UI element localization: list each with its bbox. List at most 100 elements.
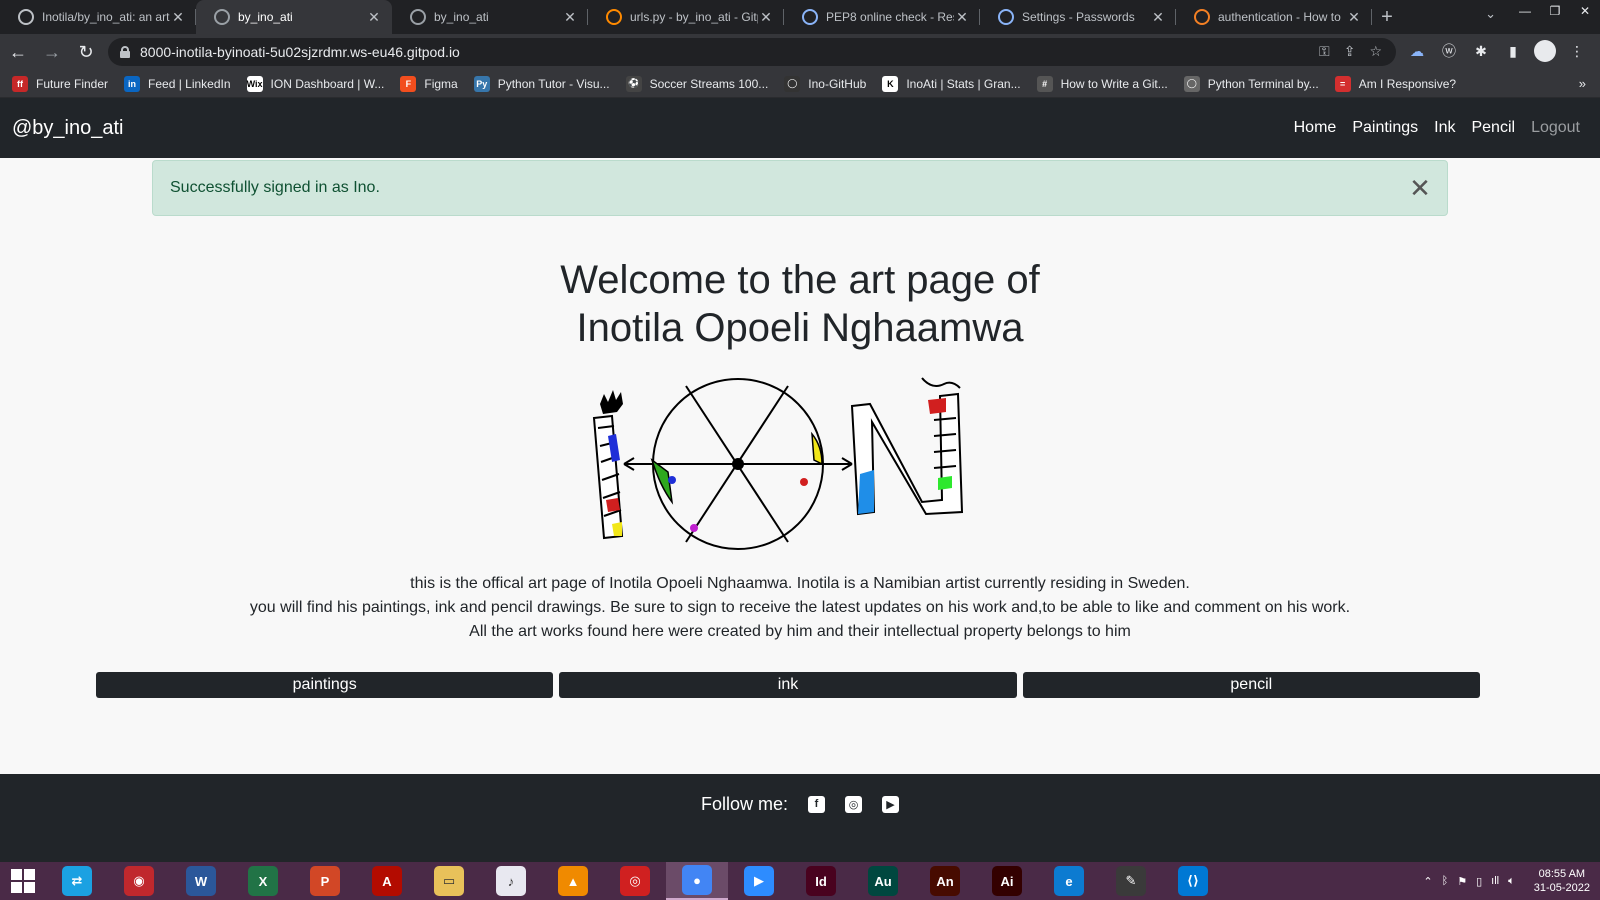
taskbar-app[interactable]: Ai bbox=[976, 862, 1038, 900]
bookmarks-overflow-icon[interactable]: » bbox=[1579, 76, 1586, 91]
bookmark-item[interactable]: ff Future Finder bbox=[12, 75, 108, 92]
bookmark-item[interactable]: K InoAti | Stats | Gran... bbox=[882, 75, 1021, 92]
browser-tab[interactable]: authentication - How to ✕ bbox=[1176, 0, 1372, 34]
tab-close-icon[interactable]: ✕ bbox=[758, 9, 774, 26]
windows-start-icon[interactable] bbox=[0, 862, 46, 900]
bookmark-item[interactable]: F Figma bbox=[400, 75, 458, 92]
taskbar-app[interactable]: e bbox=[1038, 862, 1100, 900]
cloud-extension-icon[interactable]: ☁ bbox=[1406, 40, 1428, 62]
wordpress-extension-icon[interactable]: ⓦ bbox=[1438, 40, 1460, 62]
tab-close-icon[interactable]: ✕ bbox=[562, 9, 578, 26]
bookmark-item[interactable]: = Am I Responsive? bbox=[1334, 75, 1457, 92]
volume-icon[interactable]: 🔈︎ bbox=[1508, 875, 1515, 888]
bookmark-item[interactable]: # How to Write a Git... bbox=[1036, 75, 1168, 92]
bookmark-label: InoAti | Stats | Gran... bbox=[906, 76, 1021, 91]
chrome-menu-icon[interactable]: ⋮ bbox=[1566, 40, 1588, 62]
taskbar-app[interactable]: A bbox=[356, 862, 418, 900]
tab-search-icon[interactable]: ⌄ bbox=[1485, 6, 1496, 22]
bookmark-item[interactable]: Py Python Tutor - Visu... bbox=[473, 75, 610, 92]
bookmark-item[interactable]: Wix ION Dashboard | W... bbox=[246, 75, 384, 92]
taskbar-app[interactable]: Au bbox=[852, 862, 914, 900]
bookmark-favicon-icon: Wix bbox=[246, 75, 263, 92]
tab-close-icon[interactable]: ✕ bbox=[366, 9, 382, 26]
nav-link-ink[interactable]: Ink bbox=[1434, 119, 1455, 137]
reload-icon[interactable]: ↻ bbox=[70, 36, 102, 68]
bookmark-item[interactable]: ⚽ Soccer Streams 100... bbox=[625, 75, 768, 92]
tray-expand-icon[interactable]: ⌃ bbox=[1423, 875, 1432, 888]
bookmark-item[interactable]: ◯ Python Terminal by... bbox=[1183, 75, 1319, 92]
tab-close-icon[interactable]: ✕ bbox=[1346, 9, 1362, 26]
taskbar-app[interactable]: ◎ bbox=[604, 862, 666, 900]
window-controls: — ❐ ✕ bbox=[1510, 0, 1600, 24]
window-close-icon[interactable]: ✕ bbox=[1570, 0, 1600, 22]
new-tab-button[interactable]: + bbox=[1372, 0, 1402, 34]
taskbar-app[interactable]: ▲ bbox=[542, 862, 604, 900]
taskbar-app[interactable]: W bbox=[170, 862, 232, 900]
taskbar-app[interactable]: ⇄ bbox=[46, 862, 108, 900]
taskbar-app[interactable]: ▭ bbox=[418, 862, 480, 900]
bookmark-item[interactable]: ◯ Ino-GitHub bbox=[784, 75, 867, 92]
lock-icon[interactable] bbox=[120, 46, 130, 58]
profile-avatar[interactable]: W bbox=[1534, 40, 1556, 62]
bookmark-label: Feed | LinkedIn bbox=[148, 76, 231, 91]
clock[interactable]: 08:55 AM 31-05-2022 bbox=[1534, 867, 1590, 895]
browser-tab[interactable]: by_ino_ati ✕ bbox=[196, 0, 392, 34]
tab-title: by_ino_ati bbox=[238, 10, 293, 24]
bluetooth-icon[interactable]: ᛒ bbox=[1442, 875, 1449, 887]
instagram-icon[interactable]: ◎ bbox=[845, 795, 863, 813]
youtube-icon[interactable]: ▶ bbox=[882, 795, 900, 813]
nav-link-home[interactable]: Home bbox=[1294, 119, 1337, 137]
taskbar-app[interactable]: Id bbox=[790, 862, 852, 900]
alert-close-icon[interactable]: ✕ bbox=[1407, 173, 1433, 203]
bookmark-star-icon[interactable]: ☆ bbox=[1369, 43, 1382, 60]
browser-tab[interactable]: Settings - Passwords ✕ bbox=[980, 0, 1176, 34]
side-panel-icon[interactable]: ▮ bbox=[1502, 40, 1524, 62]
tab-close-icon[interactable]: ✕ bbox=[1150, 9, 1166, 26]
ink-button[interactable]: ink bbox=[559, 672, 1017, 698]
browser-tab[interactable]: urls.py - by_ino_ati - Gitp ✕ bbox=[588, 0, 784, 34]
extensions-puzzle-icon[interactable]: ✱ bbox=[1470, 40, 1492, 62]
facebook-icon[interactable]: f bbox=[808, 795, 826, 813]
acrobat-icon: A bbox=[372, 866, 402, 896]
bookmark-label: Ino-GitHub bbox=[808, 76, 867, 91]
restore-icon[interactable]: ❐ bbox=[1540, 0, 1570, 22]
taskbar-app[interactable]: X bbox=[232, 862, 294, 900]
site-brand[interactable]: @by_ino_ati bbox=[12, 117, 123, 140]
pep8-icon bbox=[802, 9, 818, 25]
browser-tab[interactable]: by_ino_ati ✕ bbox=[392, 0, 588, 34]
taskbar-app[interactable]: ▶ bbox=[728, 862, 790, 900]
taskbar-app[interactable]: ● bbox=[666, 862, 728, 900]
flag-icon[interactable]: ⚑ bbox=[1457, 875, 1467, 888]
paintings-button[interactable]: paintings bbox=[96, 672, 554, 698]
forward-icon[interactable]: → bbox=[36, 36, 68, 68]
pencil-button[interactable]: pencil bbox=[1022, 672, 1480, 698]
nav-link-paintings[interactable]: Paintings bbox=[1352, 119, 1418, 137]
bookmark-favicon-icon: K bbox=[882, 75, 899, 92]
tab-title: authentication - How to bbox=[1218, 10, 1341, 24]
nav-link-pencil[interactable]: Pencil bbox=[1471, 119, 1515, 137]
taskbar-app[interactable]: ◉ bbox=[108, 862, 170, 900]
tab-close-icon[interactable]: ✕ bbox=[954, 9, 970, 26]
bookmark-item[interactable]: in Feed | LinkedIn bbox=[124, 75, 231, 92]
browser-tab[interactable]: Inotila/by_ino_ati: an art ✕ bbox=[0, 0, 196, 34]
key-icon[interactable]: ⚿ bbox=[1319, 43, 1330, 60]
bookmark-favicon-icon: = bbox=[1334, 75, 1351, 92]
taskbar-app[interactable]: ✎ bbox=[1100, 862, 1162, 900]
taskbar-app[interactable]: ♪ bbox=[480, 862, 542, 900]
word-icon: W bbox=[186, 866, 216, 896]
browser-tab[interactable]: PEP8 online check - Resu ✕ bbox=[784, 0, 980, 34]
wifi-signal-icon[interactable]: ıll bbox=[1491, 875, 1499, 887]
minimize-icon[interactable]: — bbox=[1510, 0, 1540, 22]
media-app-icon: ◎ bbox=[620, 866, 650, 896]
address-bar[interactable]: 8000-inotila-byinoati-5u02sjzrdmr.ws-eu4… bbox=[108, 38, 1396, 66]
tab-title: urls.py - by_ino_ati - Gitp bbox=[630, 10, 758, 24]
battery-icon[interactable]: ▯ bbox=[1476, 875, 1482, 888]
tab-close-icon[interactable]: ✕ bbox=[170, 9, 186, 26]
taskbar-app[interactable]: ⟨⟩ bbox=[1162, 862, 1224, 900]
back-icon[interactable]: ← bbox=[2, 36, 34, 68]
taskbar-app[interactable]: An bbox=[914, 862, 976, 900]
nav-link-logout[interactable]: Logout bbox=[1531, 119, 1580, 137]
bookmark-label: Am I Responsive? bbox=[1358, 76, 1457, 91]
share-icon[interactable]: ⇪ bbox=[1344, 43, 1356, 60]
taskbar-app[interactable]: P bbox=[294, 862, 356, 900]
